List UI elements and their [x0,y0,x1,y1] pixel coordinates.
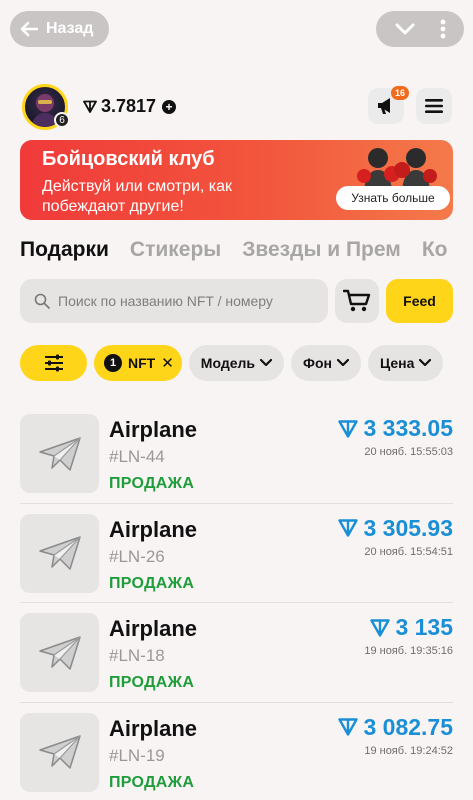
filter-chip-nft-label: NFT [128,355,156,371]
filter-settings-button[interactable] [20,345,87,381]
item-status: ПРОДАЖА [109,674,195,691]
item-status: ПРОДАЖА [109,475,195,492]
chevron-down-button[interactable] [395,23,415,35]
nft-list: Airplane #LN-44 ПРОДАЖА 3 333.05 20 нояб… [20,404,453,800]
search-icon [34,293,50,309]
filter-active-count: 1 [104,354,122,372]
ton-icon [83,100,97,113]
promo-banner[interactable]: Бойцовский клуб Действуй или смотри, как… [20,140,453,220]
chevron-down-icon [260,359,272,367]
sliders-icon [44,354,63,372]
tab-gifts[interactable]: Подарки [20,238,109,268]
airplane-icon [20,414,99,493]
filter-chip-background[interactable]: Фон [291,345,361,381]
megaphone-icon [378,98,390,114]
item-status: ПРОДАЖА [109,574,195,592]
tab-stars-premium[interactable]: Звезды и Прем [242,238,401,268]
close-icon[interactable]: ✕ [161,354,174,372]
item-price-value: 3 082.75 [363,713,453,740]
app-header: 6 3.7817 + 16 [0,82,473,130]
back-button[interactable]: Назад [10,11,109,47]
more-vertical-button[interactable] [440,19,446,39]
cart-button[interactable] [335,279,379,323]
airplane-icon [20,712,99,792]
more-vertical-icon [440,19,445,39]
item-price-value: 3 135 [395,614,453,640]
add-balance-icon[interactable]: + [162,99,177,114]
list-item[interactable]: Airplane #LN-18 ПРОДАЖА 3 135 19 нояб. 1… [20,603,453,703]
item-code: #LN-44 [109,447,165,466]
tab-more[interactable]: Ко [422,238,448,268]
chevron-down-icon [419,359,432,367]
item-status: ПРОДАЖА [109,773,195,791]
list-item[interactable]: Airplane #LN-19 ПРОДАЖА 3 082.75 19 нояб… [20,703,453,800]
filter-chip-label: Модель [200,355,255,371]
filter-bar: 1 NFT ✕ Модель Фон Цена [20,345,473,381]
chevron-down-icon [336,359,349,367]
item-code: #LN-18 [109,646,165,665]
menu-button[interactable] [416,88,452,124]
filter-chip-model[interactable]: Модель [188,345,284,381]
category-tabs: Подарки Стикеры Звезды и Прем Ко [20,238,473,268]
list-item[interactable]: Airplane #LN-26 ПРОДАЖА 3 305.93 20 нояб… [20,504,453,603]
item-name: Airplane [109,516,198,542]
item-price: 3 333.05 [338,415,453,442]
cart-icon [343,289,371,312]
banner-text: Действуй или смотри, как побеждают други… [42,178,233,215]
ton-icon [338,718,359,736]
airplane-icon [20,513,99,593]
filter-chip-nft[interactable]: 1 NFT ✕ [94,345,182,381]
banner-title: Бойцовский клуб [42,148,215,170]
hamburger-icon [425,99,443,113]
item-code: #LN-26 [109,546,165,566]
item-name: Airplane [109,417,198,442]
webapp-menu-pill [376,11,464,47]
tab-stickers[interactable]: Стикеры [130,238,221,268]
list-item[interactable]: Airplane #LN-44 ПРОДАЖА 3 333.05 20 нояб… [20,404,453,504]
notification-count-badge: 16 [391,86,410,100]
back-button-label: Назад [46,20,94,37]
item-name: Airplane [109,715,198,741]
item-price-value: 3 305.93 [363,514,453,541]
filter-chip-label: Фон [303,355,332,371]
item-price-value: 3 333.05 [363,415,453,441]
webapp-topbar: Назад [0,0,473,58]
airplane-icon [20,613,99,692]
item-price: 3 305.93 [338,515,453,542]
search-box[interactable] [20,279,328,323]
ton-balance[interactable]: 3.7817 + [83,96,177,117]
item-name: Airplane [109,616,198,641]
item-date: 20 нояб. 15:55:03 [364,446,453,458]
item-price: 3 082.75 [338,714,453,741]
banner-learn-more-button[interactable]: Узнать больше [336,186,450,210]
filter-chip-price[interactable]: Цена [367,345,444,381]
feed-button[interactable]: Feed [386,279,453,323]
item-code: #LN-19 [109,745,165,765]
item-date: 19 нояб. 19:35:16 [364,645,453,657]
balance-value: 3.7817 [101,96,157,116]
search-input[interactable] [58,293,318,309]
chevron-down-icon [395,23,414,35]
arrow-left-icon [20,21,38,37]
ton-icon [338,519,359,537]
item-price: 3 135 [370,614,453,641]
filter-chip-label: Цена [379,355,415,371]
item-date: 20 нояб. 15:54:51 [364,545,453,558]
ton-icon [338,419,359,438]
avatar-level-badge: 6 [54,112,70,128]
item-date: 19 нояб. 19:24:52 [364,744,453,757]
ton-icon [370,618,391,637]
